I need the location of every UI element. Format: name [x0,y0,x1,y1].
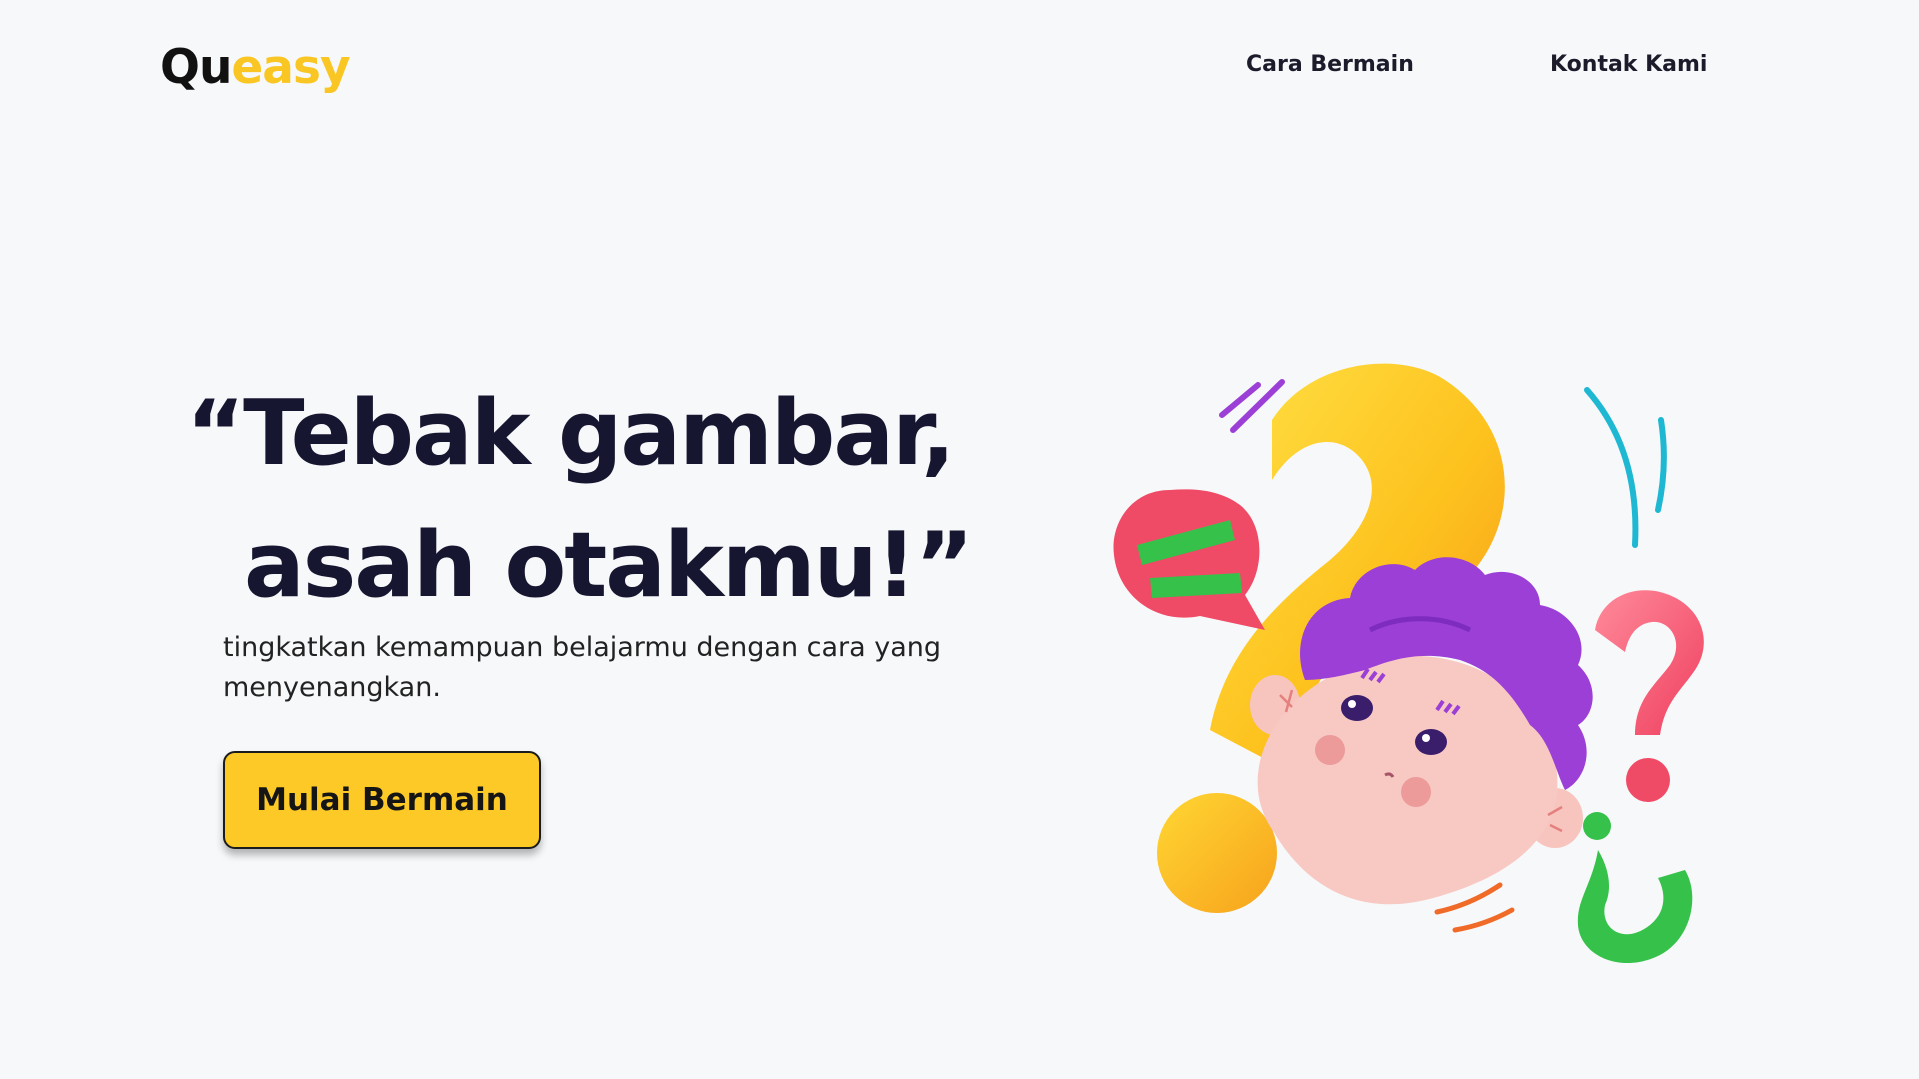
start-playing-button[interactable]: Mulai Bermain [223,751,541,849]
logo-part-easy: easy [231,40,350,95]
inverted-question-mark-icon [1577,812,1693,964]
logo-part-qu: Qu [160,40,232,95]
logo[interactable]: Queasy [160,38,351,98]
hero-illustration [1113,363,1704,964]
nav-cara-bermain[interactable]: Cara Bermain [1246,50,1414,80]
hero-headline: “Tebak gambar, asah otakmu!” [186,368,976,632]
headline-line-1: “Tebak gambar, [186,381,955,486]
small-question-mark-icon [1595,590,1704,802]
hero-subtitle: tingkatkan kemampuan belajarmu dengan ca… [223,632,942,703]
speech-bubble-icon [1113,489,1265,630]
motion-arcs-icon [1584,387,1667,548]
yellow-ball-icon [1157,793,1277,913]
nav-kontak-kami[interactable]: Kontak Kami [1550,50,1707,80]
headline-line-2: asah otakmu!” [244,513,974,618]
